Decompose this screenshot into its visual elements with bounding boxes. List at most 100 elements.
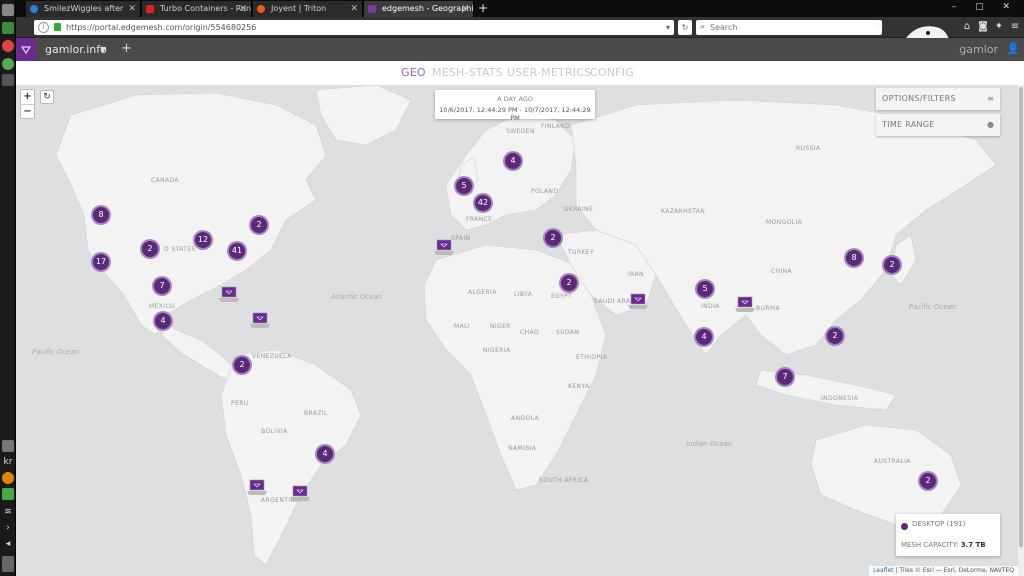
tab-favicon-icon [257, 5, 265, 13]
tab-user-metrics[interactable]: USER-METRICS [507, 61, 591, 85]
cluster-marker[interactable]: 4 [153, 311, 173, 331]
info-icon[interactable]: i [38, 22, 49, 33]
laptop-marker-icon[interactable] [289, 485, 311, 503]
files-icon[interactable] [2, 22, 14, 34]
firefox-icon[interactable] [2, 40, 14, 52]
leaflet-link[interactable]: Leaflet [873, 567, 893, 574]
cluster-marker[interactable]: 2 [232, 355, 252, 375]
laptop-marker-icon[interactable] [627, 293, 649, 311]
map-label: MONGOLIA [766, 219, 803, 226]
cluster-marker[interactable]: 8 [91, 205, 111, 225]
user-avatar-icon[interactable]: 👤 [1006, 42, 1020, 56]
cluster-marker[interactable]: 4 [315, 444, 335, 464]
addon-icon[interactable]: ✦ [992, 20, 1006, 34]
clipboard-icon[interactable] [2, 440, 14, 452]
cluster-marker[interactable]: 12 [193, 230, 213, 250]
browser-tray-icon[interactable] [2, 472, 14, 484]
map-label: INDIA [701, 303, 720, 310]
pocket-icon[interactable]: ◙ [976, 20, 990, 34]
menu-icon[interactable] [2, 4, 14, 16]
add-site-button[interactable]: + [121, 38, 132, 60]
map-attribution: Leaflet | Tiles © Esri — Esri, DeLorme, … [869, 566, 1018, 576]
zoom-control: + − [20, 89, 35, 119]
tab-favicon-icon [30, 5, 38, 13]
chevron-down-icon[interactable]: ▼ [100, 38, 106, 61]
cluster-marker[interactable]: 8 [844, 248, 864, 268]
edgemesh-logo-icon[interactable] [16, 38, 36, 61]
app-icon[interactable] [2, 58, 14, 70]
browser-tab[interactable]: Joyent | Triton ✕ [253, 1, 363, 17]
map-label: BURMA [756, 305, 780, 312]
map-label: KAZAKHSTAN [661, 208, 706, 215]
refresh-button[interactable]: ↻ [40, 90, 54, 104]
tab-config[interactable]: CONFIG [590, 61, 634, 85]
cluster-marker[interactable]: 17 [91, 252, 111, 272]
map-label: VENEZUELA [252, 353, 292, 360]
tab-favicon-icon [146, 5, 154, 13]
clock-icon [2, 556, 14, 572]
tray-icon[interactable] [2, 488, 14, 500]
close-icon[interactable]: ✕ [461, 1, 469, 17]
scrollbar-thumb[interactable] [1019, 87, 1023, 547]
cluster-marker[interactable]: 5 [695, 279, 715, 299]
window-controls[interactable]: – ▢ ✕ [952, 0, 1018, 14]
chevron-right-icon[interactable]: › [2, 522, 14, 534]
close-icon[interactable]: ✕ [128, 1, 136, 17]
home-icon[interactable]: ⌂ [960, 20, 974, 34]
zoom-out-button[interactable]: − [21, 104, 34, 118]
browser-tab[interactable]: Turbo Containers - Run A ✕ [142, 1, 252, 17]
volume-icon[interactable]: ◂ [2, 538, 14, 550]
chevron-down-icon[interactable]: ▾ [666, 20, 670, 35]
search-box[interactable]: ⌕ [696, 20, 882, 35]
cluster-marker[interactable]: 2 [543, 228, 563, 248]
url-text[interactable]: https://portal.edgemesh.com/origin/55468… [66, 20, 256, 35]
cluster-marker[interactable]: 2 [918, 471, 938, 491]
options-filters-panel[interactable]: OPTIONS/FILTERS ≡ [876, 88, 1000, 110]
cluster-marker[interactable]: 7 [152, 276, 172, 296]
tab-geo[interactable]: GEO [401, 61, 426, 85]
cluster-marker[interactable]: 2 [825, 326, 845, 346]
cluster-marker[interactable]: 2 [140, 239, 160, 259]
hamburger-menu-icon[interactable]: ≡ [1008, 20, 1022, 34]
star-icon[interactable]: ☆ [872, 20, 886, 34]
page-scrollbar[interactable] [1018, 85, 1024, 576]
tab-mesh-stats[interactable]: MESH-STATS [432, 61, 503, 85]
terminal-icon[interactable] [2, 74, 14, 86]
laptop-marker-icon[interactable] [218, 286, 240, 304]
map-label: NAMIBIA [508, 445, 537, 452]
cluster-marker[interactable]: 4 [694, 327, 714, 347]
cluster-marker[interactable]: 2 [882, 255, 902, 275]
cluster-marker[interactable]: 2 [249, 215, 269, 235]
cluster-marker[interactable]: 41 [227, 241, 247, 261]
laptop-marker-icon[interactable] [734, 296, 756, 314]
close-icon[interactable]: ✕ [350, 1, 358, 17]
site-selector[interactable]: gamlor.info [45, 38, 107, 61]
laptop-marker-icon[interactable] [246, 479, 268, 497]
cluster-marker[interactable]: 42 [473, 193, 493, 213]
laptop-marker-icon[interactable] [433, 239, 455, 257]
geo-map[interactable]: CANADA D STATES MEXICO VENEZUELA PERU BR… [16, 85, 1018, 576]
cluster-marker[interactable]: 4 [503, 151, 523, 171]
map-label: KENYA [568, 383, 590, 390]
cluster-marker[interactable]: 5 [454, 176, 474, 196]
close-icon[interactable]: ✕ [239, 1, 247, 17]
map-label: UKRAINE [564, 206, 594, 213]
time-range-panel[interactable]: TIME RANGE ● [876, 114, 1000, 136]
reload-button[interactable]: ↻ [678, 20, 692, 35]
url-bar[interactable]: i https://portal.edgemesh.com/origin/554… [34, 20, 674, 35]
ocean-label: Indian Ocean [686, 440, 733, 448]
cluster-marker[interactable]: 2 [559, 273, 579, 293]
cluster-marker[interactable]: 7 [775, 367, 795, 387]
new-tab-button[interactable]: + [478, 0, 488, 16]
zoom-in-button[interactable]: + [21, 90, 34, 104]
wifi-icon[interactable]: ≋ [2, 506, 14, 518]
map-label: SOUTH AFRICA [539, 477, 589, 484]
laptop-marker-icon[interactable] [249, 312, 271, 330]
user-name[interactable]: gamlor [959, 38, 998, 61]
map-label: CANADA [151, 177, 179, 184]
map-label: CHINA [771, 268, 793, 275]
browser-tab-active[interactable]: edgemesh - Geographic ✕ [364, 1, 474, 17]
keyboard-layout-icon[interactable]: kr [2, 456, 14, 468]
search-input[interactable] [710, 21, 878, 34]
browser-tab[interactable]: SmilezWiggles after ✕ [26, 1, 141, 17]
